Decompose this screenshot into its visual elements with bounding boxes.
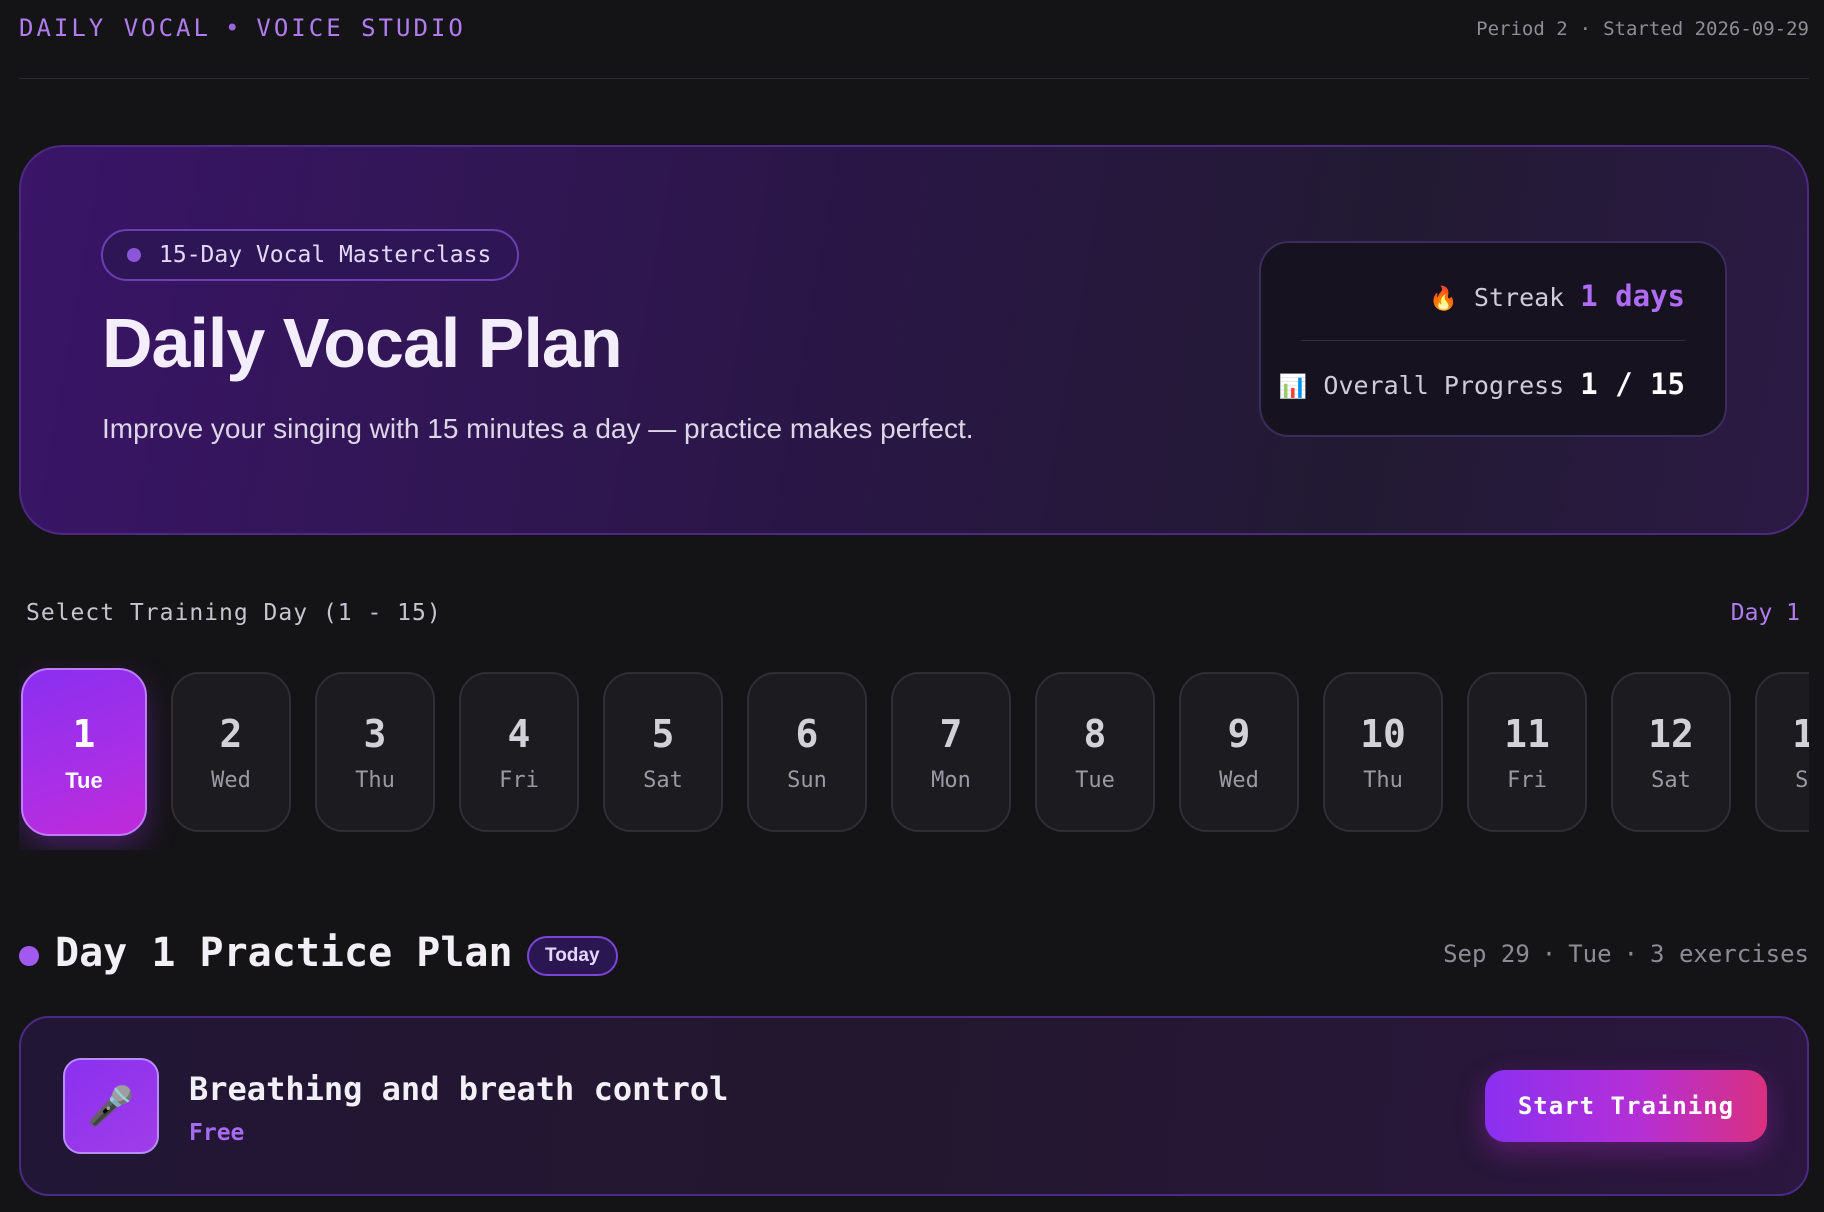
day-number: 10 xyxy=(1360,712,1406,756)
day-button-1[interactable]: 1 Tue xyxy=(21,668,147,836)
meta-separator: · xyxy=(1541,940,1557,968)
brand-name: DAILY VOCAL xyxy=(19,14,211,42)
brand-separator: • xyxy=(224,14,243,42)
day-number: 4 xyxy=(507,712,531,756)
streak-value: 1 days xyxy=(1580,279,1685,313)
plan-meta: Sep 29 · Tue · 3 exercises xyxy=(1443,940,1809,968)
brand: DAILY VOCAL • VOICE STUDIO xyxy=(19,14,466,42)
top-bar: DAILY VOCAL • VOICE STUDIO Period 2 · Starte… xyxy=(19,14,1809,79)
day-number: 7 xyxy=(939,712,963,756)
exercise-card[interactable]: 🎤 Breathing and breath control Free Star… xyxy=(19,1016,1809,1196)
start-date: Started 2026-09-29 xyxy=(1603,18,1809,40)
day-button-5[interactable]: 5 Sat xyxy=(603,672,723,832)
progress-value: 1 / 15 xyxy=(1580,367,1685,401)
badge-dot-icon xyxy=(127,248,141,262)
day-number: 8 xyxy=(1083,712,1107,756)
practice-plan-title: Day 1 Practice Plan xyxy=(55,930,513,976)
day-selector-label: Select Training Day (1 - 15) xyxy=(26,600,442,626)
day-button-8[interactable]: 8 Tue xyxy=(1035,672,1155,832)
course-badge: 15-Day Vocal Masterclass xyxy=(101,229,520,281)
day-weekday: Mon xyxy=(931,768,971,793)
day-number: 11 xyxy=(1504,712,1550,756)
day-weekday: Thu xyxy=(355,768,395,793)
day-number: 3 xyxy=(363,712,387,756)
period-info: Period 2 · Started 2026-09-29 xyxy=(1476,18,1809,40)
day-selector: 1 Tue 2 Wed 3 Thu 4 Fri 5 Sat 6 Sun 7 Mon 8 Tue 9 Wed 10 Th… xyxy=(19,660,1809,850)
day-weekday: Sun xyxy=(1795,768,1809,793)
plan-weekday: Tue xyxy=(1568,940,1612,968)
day-button-12[interactable]: 12 Sat xyxy=(1611,672,1731,832)
streak-label: Streak xyxy=(1473,283,1565,312)
page: DAILY VOCAL • VOICE STUDIO Period 2 · Starte… xyxy=(0,0,1824,1212)
day-number: 5 xyxy=(651,712,675,756)
day-button-13[interactable]: 13 Sun xyxy=(1755,672,1809,832)
page-subtitle: Improve your singing with 15 minutes a d… xyxy=(102,413,974,444)
day-weekday: Wed xyxy=(211,768,251,793)
stats-divider xyxy=(1301,340,1685,341)
day-weekday: Thu xyxy=(1363,768,1403,793)
plan-date: Sep 29 xyxy=(1443,940,1530,968)
day-number: 9 xyxy=(1227,712,1251,756)
day-weekday: Fri xyxy=(1507,768,1547,793)
day-weekday: Sat xyxy=(643,768,683,793)
period-separator: · xyxy=(1579,18,1592,40)
day-button-10[interactable]: 10 Thu xyxy=(1323,672,1443,832)
day-button-2[interactable]: 2 Wed xyxy=(171,672,291,832)
day-weekday: Sat xyxy=(1651,768,1691,793)
page-title: Daily Vocal Plan xyxy=(102,304,623,382)
microphone-icon: 🎤 xyxy=(63,1058,159,1154)
day-button-6[interactable]: 6 Sun xyxy=(747,672,867,832)
day-weekday: Tue xyxy=(65,768,103,793)
progress-stat: 📊 Overall Progress 1 / 15 xyxy=(1279,367,1685,401)
day-button-9[interactable]: 9 Wed xyxy=(1179,672,1299,832)
exercise-count: 3 exercises xyxy=(1650,940,1809,968)
day-number: 2 xyxy=(219,712,243,756)
day-number: 13 xyxy=(1792,712,1809,756)
hero-card: 15-Day Vocal Masterclass Daily Vocal Pla… xyxy=(19,145,1809,535)
course-badge-label: 15-Day Vocal Masterclass xyxy=(159,242,492,268)
bar-chart-icon: 📊 xyxy=(1278,374,1308,400)
day-button-4[interactable]: 4 Fri xyxy=(459,672,579,832)
day-number: 6 xyxy=(795,712,819,756)
streak-stat: 🔥 Streak 1 days xyxy=(1429,279,1685,313)
day-number: 1 xyxy=(72,712,96,756)
exercise-name: Breathing and breath control xyxy=(189,1070,729,1108)
selected-day-indicator: Day 1 xyxy=(1730,600,1800,626)
period-label: Period 2 xyxy=(1476,18,1568,40)
day-weekday: Tue xyxy=(1075,768,1115,793)
brand-studio: VOICE STUDIO xyxy=(256,14,466,42)
day-button-11[interactable]: 11 Fri xyxy=(1467,672,1587,832)
today-badge: Today xyxy=(527,936,618,976)
day-weekday: Sun xyxy=(787,768,827,793)
meta-separator: · xyxy=(1623,940,1639,968)
day-number: 12 xyxy=(1648,712,1694,756)
start-training-button[interactable]: Start Training xyxy=(1485,1070,1767,1142)
exercise-tag: Free xyxy=(189,1120,245,1146)
day-weekday: Fri xyxy=(499,768,539,793)
fire-icon: 🔥 xyxy=(1429,286,1458,312)
plan-dot-icon xyxy=(19,946,39,966)
day-button-7[interactable]: 7 Mon xyxy=(891,672,1011,832)
progress-label: Overall Progress xyxy=(1323,371,1565,400)
day-button-3[interactable]: 3 Thu xyxy=(315,672,435,832)
day-weekday: Wed xyxy=(1219,768,1259,793)
stats-panel: 🔥 Streak 1 days 📊 Overall Progress 1 / 1… xyxy=(1259,241,1727,437)
practice-plan-header: Day 1 Practice Plan Today Sep 29 · Tue · 3 e… xyxy=(19,930,1809,980)
